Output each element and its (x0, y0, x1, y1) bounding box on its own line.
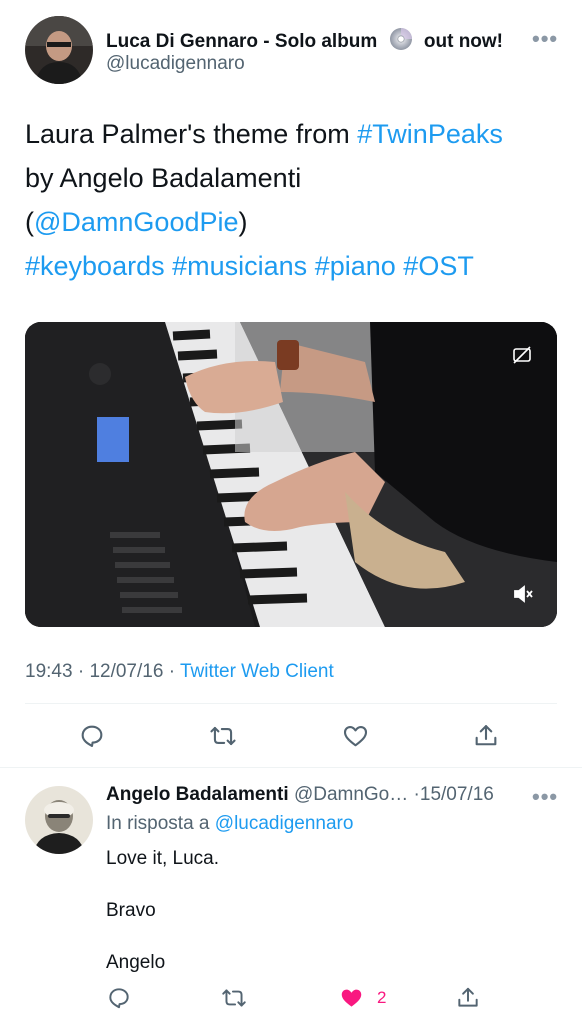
cd-icon (389, 27, 413, 57)
reply-button[interactable] (78, 722, 106, 750)
more-options-icon[interactable]: ••• (532, 26, 558, 52)
replying-to-label: In risposta a (106, 813, 210, 834)
reply-body-line-2: Bravo (106, 900, 156, 921)
expand-icon[interactable] (511, 344, 533, 371)
paren-close: ) (238, 207, 248, 237)
mute-icon[interactable] (511, 582, 535, 611)
hashtag-musicians[interactable]: #musicians (172, 251, 307, 281)
replying-to-handle[interactable]: @lucadigennaro (215, 813, 354, 834)
retweet-icon (210, 726, 236, 746)
reply-more-options-icon[interactable]: ••• (532, 784, 558, 810)
reply-body-line-3: Angelo (106, 952, 166, 973)
video-frame (25, 322, 557, 627)
heart-icon (343, 725, 368, 747)
share-icon (475, 725, 497, 746)
tweet-line-2: by Angelo Badalamenti (25, 163, 302, 193)
meta-separator: · (77, 661, 85, 682)
heart-filled-icon (341, 989, 362, 1007)
author-avatar[interactable] (25, 16, 93, 84)
hashtag-piano[interactable]: #piano (315, 251, 396, 281)
tweet-time[interactable]: 19:43 (25, 661, 73, 682)
share-icon (458, 987, 478, 1007)
reply-share-button[interactable] (455, 984, 481, 1011)
hashtag-keyboards[interactable]: #keyboards (25, 251, 165, 281)
tweet-source[interactable]: Twitter Web Client (180, 661, 334, 682)
reply-like-count: 2 (377, 988, 387, 1007)
comment-icon (109, 988, 129, 1009)
paren-open: ( (25, 207, 34, 237)
divider (0, 767, 582, 768)
tweet-meta: 19:43 · 12/07/16 · Twitter Web Client (25, 661, 334, 683)
reply-reply-button[interactable] (106, 985, 132, 1011)
replying-to: In risposta a @lucadigennaro (106, 813, 353, 835)
tweet-text-prefix: Laura Palmer's theme from (25, 119, 358, 149)
tweet-video[interactable] (25, 322, 557, 627)
tweet-hashtags: #keyboards #musicians #piano #OST (25, 244, 565, 288)
reply-author-avatar[interactable] (25, 786, 93, 854)
reply-author-name[interactable]: Angelo Badalamenti (106, 784, 289, 805)
retweet-button[interactable] (208, 722, 238, 750)
meta-separator: · (168, 661, 176, 682)
comment-icon (81, 725, 103, 747)
hashtag-ost[interactable]: #OST (403, 251, 474, 281)
reply-body-line-1: Love it, Luca. (106, 848, 220, 869)
reply-header: Angelo Badalamenti @DamnGo… ·15/07/16 (106, 784, 494, 806)
tweet-date[interactable]: 12/07/16 (89, 661, 163, 682)
mention-damngoodpie[interactable]: @DamnGoodPie (34, 207, 239, 237)
share-button[interactable] (472, 721, 500, 750)
tweet-line-1: Laura Palmer's theme from #TwinPeaks (25, 112, 565, 156)
like-button[interactable] (341, 722, 370, 750)
reply-like-button[interactable]: 2 (338, 985, 386, 1011)
reply-retweet-button[interactable] (220, 985, 248, 1011)
author-name-text[interactable]: Luca Di Gennaro - Solo album (106, 31, 377, 52)
tweet-line-3: (@DamnGoodPie) (25, 200, 565, 244)
tweet-text: Laura Palmer's theme from #TwinPeaks by … (25, 112, 565, 288)
author-name-suffix[interactable]: out now! (424, 31, 503, 52)
author-handle[interactable]: @lucadigennaro (106, 53, 245, 75)
reply-date[interactable]: 15/07/16 (420, 784, 494, 805)
retweet-icon (222, 989, 246, 1007)
divider (25, 703, 557, 704)
reply-author-handle[interactable]: @DamnGo… (294, 784, 408, 805)
hashtag-twinpeaks[interactable]: #TwinPeaks (357, 119, 503, 149)
